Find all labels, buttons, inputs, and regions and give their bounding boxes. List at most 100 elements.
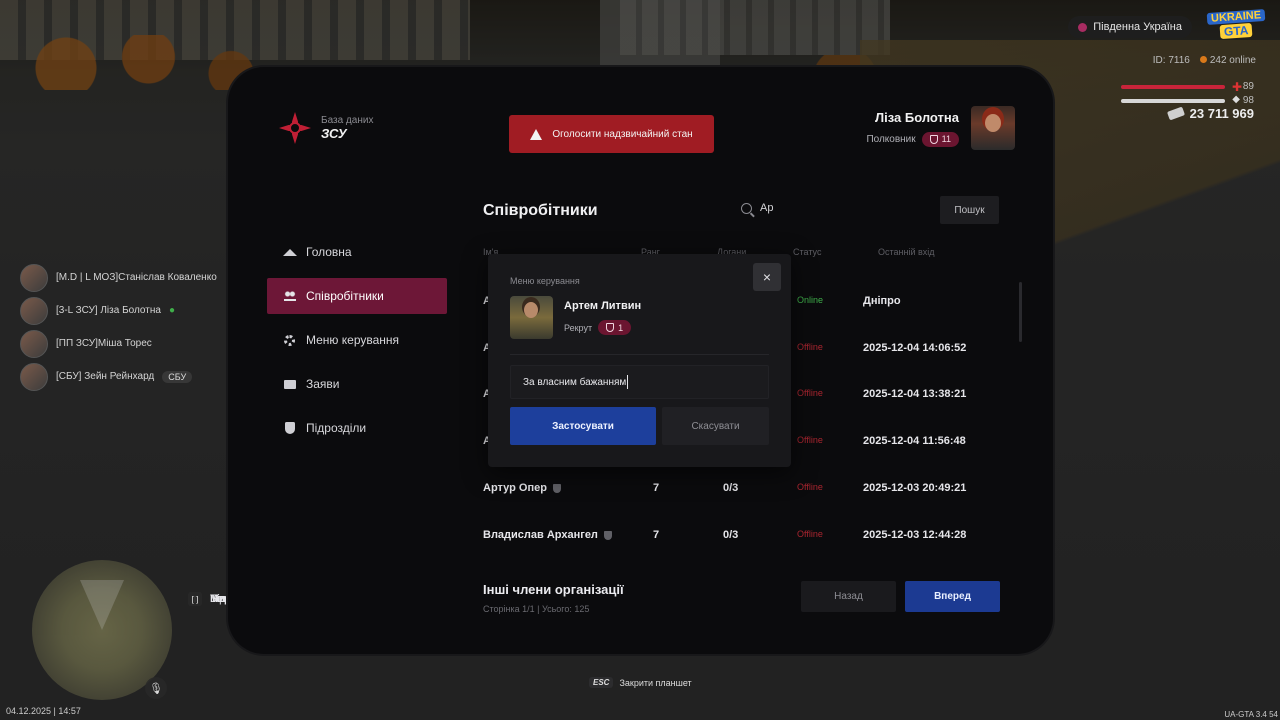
emergency-label: Оголосити надзвичайний стан — [552, 128, 693, 140]
status-badge: Online — [797, 295, 824, 305]
table-row[interactable]: Владислав Архангел 7 0/3 Offline 2025-12… — [483, 529, 1003, 575]
version-label: UA-GTA 3.4 — [1224, 710, 1267, 719]
microphone-icon: 🎙 — [145, 677, 167, 699]
user-level: 11 — [941, 134, 951, 144]
player-rank: Рекрут — [564, 322, 593, 333]
last-login: 2025-12-04 14:06:52 — [863, 342, 967, 354]
search-button[interactable]: Пошук — [940, 196, 999, 224]
last-login: Дніпро — [863, 295, 901, 307]
player-level-badge: 1 — [598, 320, 632, 335]
others-title: Інші члени організації — [483, 582, 624, 597]
player-name: Артем Литвин — [564, 300, 642, 312]
sidebar-item-management[interactable]: Меню керування — [267, 322, 447, 358]
voice-item: [ПП ЗСУ]Міша Торес — [20, 327, 217, 360]
sidebar-item-label: Підрозділи — [306, 421, 367, 435]
voice-item: [3-L ЗСУ] Ліза Болотна ● — [20, 294, 217, 327]
sidebar: Головна Співробітники Меню керування Зая… — [267, 234, 447, 454]
armor-bar — [1121, 99, 1225, 103]
sidebar-item-applications[interactable]: Заяви — [267, 366, 447, 402]
status-badge: Offline — [797, 482, 823, 492]
sidebar-item-home[interactable]: Головна — [267, 234, 447, 270]
voice-item: [M.D | L МОЗ]Станіслав Коваленко — [20, 261, 217, 294]
money-value: 23 711 969 — [1189, 106, 1254, 121]
cancel-button[interactable]: Скасувати — [662, 407, 769, 445]
region-badge: Південна Україна — [1068, 16, 1192, 38]
faction-tag: СБУ — [162, 370, 193, 383]
health-value: 89 — [1242, 81, 1254, 92]
user-info: Ліза Болотна Полковник 11 — [866, 110, 959, 147]
scrollbar[interactable] — [1019, 282, 1022, 342]
sidebar-item-employees[interactable]: Співробітники — [267, 278, 447, 314]
folder-icon — [283, 378, 296, 391]
brand-subtitle: База даних — [321, 115, 374, 126]
page-title: Співробітники — [483, 202, 598, 219]
voice-name: [M.D | L МОЗ]Станіслав Коваленко — [56, 272, 217, 283]
cash-icon — [1166, 106, 1185, 121]
shield-icon — [603, 530, 612, 540]
logo-text: UKRAINE — [1206, 8, 1266, 25]
sidebar-item-label: Співробітники — [306, 289, 384, 303]
home-icon — [282, 246, 297, 259]
status-badge: Offline — [797, 342, 823, 352]
management-modal: Меню керування × Артем Литвин Рекрут 1 З… — [488, 254, 791, 467]
column-header: Останній вхід — [878, 247, 935, 257]
location-pin-icon — [1078, 22, 1088, 32]
online-count: 242 online — [1199, 55, 1256, 66]
date-time: 04.12.2025 | 14:57 — [6, 706, 81, 716]
emergency-button[interactable]: Оголосити надзвичайний стан — [509, 115, 714, 153]
reason-value: За власним бажанням — [523, 376, 627, 388]
user-rank-row: Полковник 11 — [866, 131, 959, 147]
brand-title: ЗСУ — [321, 126, 347, 141]
region-label: Південна Україна — [1093, 21, 1182, 33]
reason-input[interactable]: За власним бажанням — [510, 365, 769, 399]
player-level: 1 — [618, 322, 624, 333]
armor-shield-icon: ◆ — [1232, 94, 1240, 105]
avatar — [20, 263, 48, 292]
last-login: 2025-12-04 11:56:48 — [863, 435, 966, 447]
hint-key: [ ] — [188, 592, 202, 606]
online-dot-icon — [1199, 56, 1207, 63]
shield-icon — [929, 134, 938, 144]
game-version: UA-GTA 3.4 54 — [1224, 710, 1278, 719]
back-button[interactable]: Назад — [801, 581, 896, 612]
search-value: Ар — [760, 202, 774, 214]
next-button[interactable]: Вперед — [905, 581, 1000, 612]
modal-title: Меню керування — [510, 276, 580, 286]
search-icon — [741, 202, 752, 214]
esc-key: ESC — [589, 677, 614, 688]
employee-warnings: 0/3 — [723, 529, 739, 541]
close-tablet-hint: ESC Закрити планшет — [589, 677, 692, 688]
esc-label: Закрити планшет — [619, 677, 692, 688]
avatar — [20, 329, 48, 358]
column-header: Статус — [793, 247, 822, 257]
status-badge: Offline — [797, 388, 823, 398]
search-input[interactable]: Ар — [741, 202, 773, 214]
health-bar — [1121, 85, 1225, 89]
fov-cone — [80, 580, 124, 630]
employee-name: Артур Опер — [483, 482, 561, 494]
employee-name: Владислав Архангел — [483, 529, 612, 541]
shield-icon — [606, 323, 615, 332]
divider — [510, 354, 769, 355]
sidebar-item-label: Меню керування — [306, 333, 400, 347]
employee-level: 7 — [653, 482, 660, 494]
money-display: 23 711 969 — [1166, 106, 1254, 121]
apply-button[interactable]: Застосувати — [510, 407, 656, 445]
gear-icon — [283, 334, 296, 347]
voice-name: [ПП ЗСУ]Міша Торес — [56, 338, 152, 349]
shield-icon — [283, 422, 296, 435]
sidebar-item-divisions[interactable]: Підрозділи — [267, 410, 447, 446]
table-row[interactable]: Артур Опер 7 0/3 Offline 2025-12-03 20:4… — [483, 482, 1003, 528]
version-extra: 54 — [1269, 710, 1278, 719]
close-icon[interactable]: × — [753, 263, 781, 291]
voice-name: [3-L ЗСУ] Ліза Болотна — [56, 305, 161, 316]
employee-warnings: 0/3 — [723, 482, 739, 494]
player-id: ID: 7116 — [1152, 55, 1190, 66]
voice-chat-list: [M.D | L МОЗ]Станіслав Коваленко [3-L ЗС… — [20, 261, 217, 393]
speaking-icon: ● — [168, 305, 175, 316]
people-icon — [283, 290, 296, 303]
heart-icon: ✚ — [1231, 80, 1242, 94]
logo-text: GTA — [1219, 22, 1253, 39]
others-section: Інші члени організації Сторінка 1/1 | Ус… — [483, 582, 624, 614]
warning-icon — [530, 128, 543, 140]
